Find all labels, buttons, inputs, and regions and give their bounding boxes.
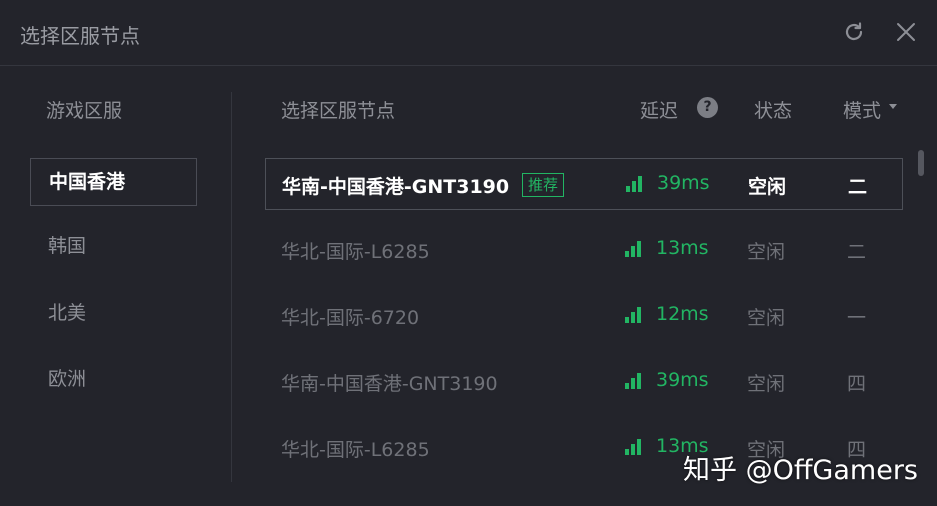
close-icon[interactable]: [892, 18, 920, 46]
server-node-row[interactable]: 华北-国际-6720 12ms 空闲 一: [265, 290, 903, 342]
node-name: 华北-国际-L6285: [281, 439, 430, 461]
node-name: 华南-中国香港-GNT3190: [281, 373, 498, 395]
server-node-row[interactable]: 华南-中国香港-GNT3190 39ms 空闲 四: [265, 356, 903, 408]
mode-value: 一: [847, 307, 867, 329]
server-node-row[interactable]: 华北-国际-L6285 13ms 空闲 二: [265, 224, 903, 276]
watermark: 知乎 @OffGamers: [683, 455, 918, 486]
region-list-header: 游戏区服: [46, 100, 123, 122]
signal-strength-icon: [626, 176, 644, 192]
refresh-icon[interactable]: [840, 18, 868, 46]
sidebar-item-region[interactable]: 韩国: [30, 223, 197, 271]
signal-strength-icon: [625, 439, 643, 455]
signal-strength-icon: [625, 373, 643, 389]
column-header-node: 选择区服节点: [281, 100, 396, 122]
column-header-latency: 延迟: [640, 100, 679, 122]
sidebar-item-label: 中国香港: [49, 171, 126, 193]
sidebar-item-region[interactable]: 北美: [30, 290, 197, 338]
scrollbar-thumb[interactable]: [918, 150, 924, 176]
node-name: 华北-国际-6720: [281, 307, 420, 329]
node-name: 华北-国际-L6285: [281, 241, 430, 263]
column-divider: [231, 92, 232, 482]
sidebar-item-region[interactable]: 中国香港: [30, 158, 197, 206]
status-value: 空闲: [747, 373, 786, 395]
mode-value: 二: [847, 241, 867, 263]
mode-value: 二: [848, 176, 868, 198]
recommended-badge: 推荐: [522, 173, 565, 197]
mode-value: 四: [847, 373, 867, 395]
latency-value: 13ms: [656, 237, 709, 259]
latency-value: 12ms: [656, 303, 709, 325]
sidebar-item-label: 欧洲: [48, 368, 87, 390]
column-header-status: 状态: [754, 100, 793, 122]
sidebar-item-label: 北美: [48, 302, 87, 324]
sidebar-item-label: 韩国: [48, 235, 87, 257]
help-icon[interactable]: ?: [697, 97, 718, 118]
window-title: 选择区服节点: [20, 24, 140, 48]
status-value: 空闲: [747, 307, 786, 329]
title-bar: 选择区服节点: [0, 0, 937, 66]
latency-value: 39ms: [656, 369, 709, 391]
column-header-mode[interactable]: 模式: [843, 96, 881, 123]
chevron-down-icon[interactable]: [889, 104, 897, 109]
latency-value: 39ms: [657, 172, 710, 194]
signal-strength-icon: [625, 241, 643, 257]
sidebar-item-region[interactable]: 欧洲: [30, 356, 197, 404]
node-name: 华南-中国香港-GNT3190: [282, 176, 510, 198]
signal-strength-icon: [625, 307, 643, 323]
server-node-row[interactable]: 华南-中国香港-GNT3190 推荐 39ms 空闲 二: [265, 158, 903, 210]
status-value: 空闲: [748, 176, 787, 198]
status-value: 空闲: [747, 241, 786, 263]
